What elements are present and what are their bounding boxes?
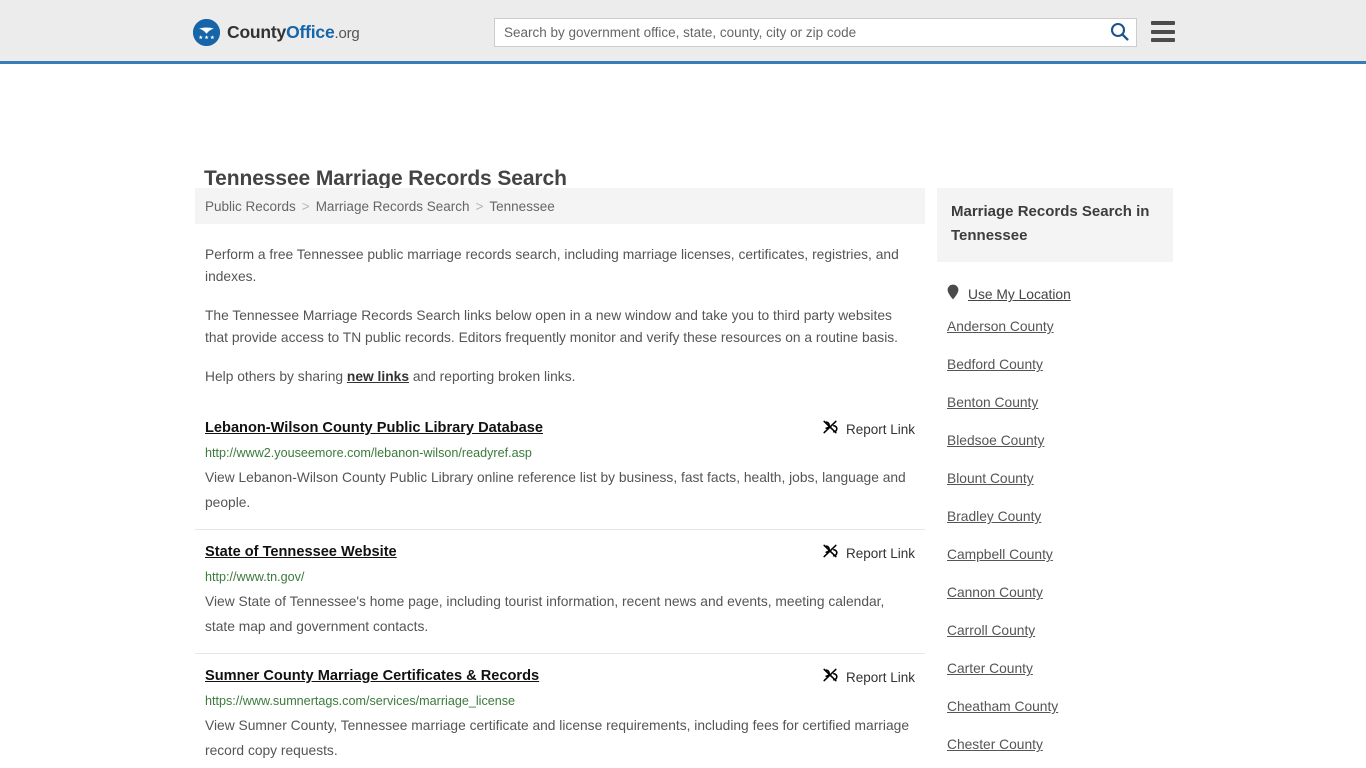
report-link-button[interactable]: Report Link <box>822 419 915 440</box>
intro-section: Perform a free Tennessee public marriage… <box>195 244 925 388</box>
hamburger-bar <box>1151 38 1175 42</box>
site-logo[interactable]: CountyOffice.org <box>193 19 360 46</box>
breadcrumb: Public Records > Marriage Records Search… <box>195 188 925 224</box>
report-link-button[interactable]: Report Link <box>822 667 915 688</box>
report-link-label: Report Link <box>845 670 915 685</box>
use-my-location-button[interactable]: Use My Location <box>937 284 1173 305</box>
breadcrumb-separator: > <box>475 198 484 214</box>
report-link-label: Report Link <box>845 546 915 561</box>
search-bar[interactable] <box>494 18 1137 47</box>
breadcrumb-item-tennessee: Tennessee <box>489 198 555 214</box>
breadcrumb-item-public-records[interactable]: Public Records <box>205 199 296 214</box>
result-url: http://www2.youseemore.com/lebanon-wilso… <box>205 446 532 460</box>
county-link-bradley[interactable]: Bradley County <box>947 509 1173 525</box>
report-link-button[interactable]: Report Link <box>822 543 915 564</box>
eagle-stars-seal-icon <box>193 19 220 46</box>
county-link-benton[interactable]: Benton County <box>947 395 1173 411</box>
result-title-link[interactable]: Sumner County Marriage Certificates & Re… <box>205 666 539 686</box>
county-link-bledsoe[interactable]: Bledsoe County <box>947 433 1173 449</box>
report-link-label: Report Link <box>845 422 915 437</box>
result-title-link[interactable]: Lebanon-Wilson County Public Library Dat… <box>205 418 543 438</box>
sidebar-heading: Marriage Records Search in Tennessee <box>937 188 1173 262</box>
result-url: https://www.sumnertags.com/services/marr… <box>205 694 516 708</box>
county-link-cannon[interactable]: Cannon County <box>947 585 1173 601</box>
intro-paragraph-1: Perform a free Tennessee public marriage… <box>205 247 899 284</box>
county-list: Anderson County Bedford County Benton Co… <box>937 319 1173 768</box>
logo-wordmark: CountyOffice.org <box>227 22 360 43</box>
result-item: State of Tennessee Website Report Link h… <box>195 529 925 653</box>
breadcrumb-separator: > <box>301 198 310 214</box>
county-link-campbell[interactable]: Campbell County <box>947 547 1173 563</box>
hamburger-bar <box>1151 29 1175 34</box>
main-content: Public Records > Marriage Records Search… <box>195 188 925 768</box>
result-description: View Lebanon-Wilson County Public Librar… <box>205 470 906 510</box>
broken-link-icon <box>822 667 838 688</box>
result-item: Sumner County Marriage Certificates & Re… <box>195 653 925 768</box>
result-title-link[interactable]: State of Tennessee Website <box>205 542 397 562</box>
logo-text-county: County <box>227 22 287 42</box>
result-header: Sumner County Marriage Certificates & Re… <box>205 666 915 688</box>
county-link-chester[interactable]: Chester County <box>947 737 1173 753</box>
logo-text-org: .org <box>334 25 360 42</box>
search-input[interactable] <box>495 19 1102 46</box>
county-link-anderson[interactable]: Anderson County <box>947 319 1173 335</box>
intro-paragraph-3: Help others by sharing new links and rep… <box>205 366 915 388</box>
result-header: State of Tennessee Website Report Link <box>205 542 915 564</box>
county-link-bedford[interactable]: Bedford County <box>947 357 1173 373</box>
county-link-blount[interactable]: Blount County <box>947 471 1173 487</box>
broken-link-icon <box>822 419 838 440</box>
hamburger-menu-icon[interactable] <box>1151 21 1175 42</box>
search-icon <box>1110 22 1129 44</box>
use-my-location-label: Use My Location <box>968 287 1071 302</box>
county-link-cheatham[interactable]: Cheatham County <box>947 699 1173 715</box>
intro-text-before-link: Help others by sharing <box>205 369 347 384</box>
site-header: CountyOffice.org <box>0 0 1366 64</box>
result-url: http://www.tn.gov/ <box>205 570 305 584</box>
intro-text-after-link: and reporting broken links. <box>409 369 576 384</box>
result-item: Lebanon-Wilson County Public Library Dat… <box>195 408 925 529</box>
logo-text-office: Office <box>286 22 335 42</box>
county-link-carter[interactable]: Carter County <box>947 661 1173 677</box>
new-links-link[interactable]: new links <box>347 369 409 384</box>
sidebar: Marriage Records Search in Tennessee Use… <box>937 188 1173 768</box>
breadcrumb-item-marriage-records-search[interactable]: Marriage Records Search <box>316 199 470 214</box>
hamburger-bar <box>1151 21 1175 25</box>
county-link-carroll[interactable]: Carroll County <box>947 623 1173 639</box>
result-header: Lebanon-Wilson County Public Library Dat… <box>205 418 915 440</box>
search-button[interactable] <box>1102 19 1136 46</box>
results-list: Lebanon-Wilson County Public Library Dat… <box>195 408 925 768</box>
broken-link-icon <box>822 543 838 564</box>
result-description: View State of Tennessee's home page, inc… <box>205 594 885 634</box>
map-pin-icon <box>947 284 959 305</box>
result-description: View Sumner County, Tennessee marriage c… <box>205 718 909 758</box>
intro-paragraph-2: The Tennessee Marriage Records Search li… <box>205 308 898 345</box>
